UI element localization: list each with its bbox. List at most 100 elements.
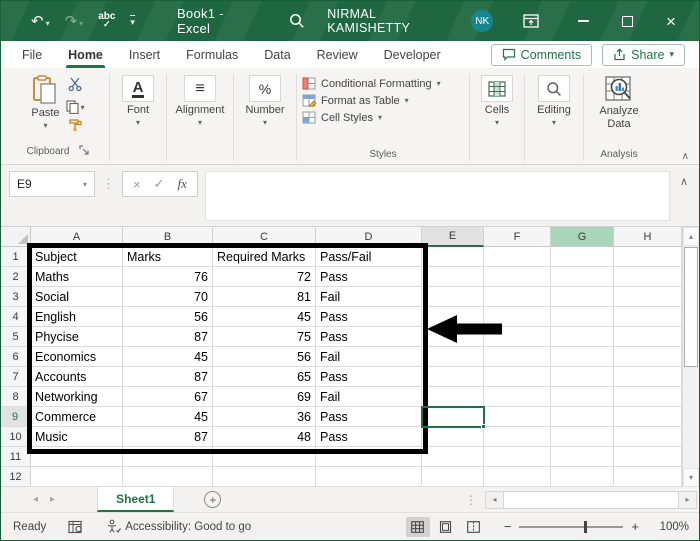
number-menu-button[interactable]: % Number ▾: [245, 75, 285, 127]
horizontal-scrollbar[interactable]: ◂ ▸: [485, 490, 697, 509]
column-header-E[interactable]: E: [422, 227, 484, 247]
tab-formulas[interactable]: Formulas: [173, 41, 251, 68]
cell-A9[interactable]: Commerce: [31, 407, 123, 427]
customize-qat-button[interactable]: ▾: [130, 14, 135, 28]
row-header-11[interactable]: 11: [1, 447, 31, 467]
chevron-down-icon[interactable]: ▾: [198, 118, 202, 127]
analyze-data-button[interactable]: Analyze Data: [589, 75, 649, 130]
cell-A11[interactable]: [31, 447, 123, 467]
column-header-F[interactable]: F: [484, 227, 551, 247]
cell-H1[interactable]: [614, 247, 682, 267]
conditional-formatting-button[interactable]: Conditional Formatting ▾: [302, 77, 441, 90]
macro-record-button[interactable]: [68, 520, 84, 534]
cell-C12[interactable]: [213, 467, 316, 487]
cell-D1[interactable]: Pass/Fail: [316, 247, 422, 267]
cell-B10[interactable]: 87: [123, 427, 213, 447]
cell-A2[interactable]: Maths: [31, 267, 123, 287]
accessibility-status[interactable]: Accessibility: Good to go: [106, 519, 251, 534]
cell-B11[interactable]: [123, 447, 213, 467]
undo-button[interactable]: ↶ ▾: [31, 14, 50, 29]
cell-G1[interactable]: [551, 247, 614, 267]
tab-data[interactable]: Data: [251, 41, 303, 68]
cell-E12[interactable]: [422, 467, 484, 487]
close-button[interactable]: ×: [649, 1, 693, 41]
cell-E5[interactable]: [422, 327, 484, 347]
row-header-8[interactable]: 8: [1, 387, 31, 407]
chevron-down-icon[interactable]: ▾: [81, 103, 85, 112]
cell-C8[interactable]: 69: [213, 387, 316, 407]
cell-D7[interactable]: Pass: [316, 367, 422, 387]
format-painter-button[interactable]: [68, 118, 82, 136]
scroll-down-button[interactable]: ▾: [683, 468, 699, 487]
chevron-down-icon[interactable]: ▾: [136, 118, 140, 127]
cell-G9[interactable]: [551, 407, 614, 427]
cell-G8[interactable]: [551, 387, 614, 407]
cell-B8[interactable]: 67: [123, 387, 213, 407]
name-box[interactable]: E9 ▾: [9, 171, 95, 197]
normal-view-button[interactable]: [405, 516, 430, 537]
scroll-left-button[interactable]: ◂: [486, 492, 503, 508]
search-button[interactable]: [289, 13, 305, 29]
cell-F5[interactable]: [484, 327, 551, 347]
cell-H2[interactable]: [614, 267, 682, 287]
cell-A7[interactable]: Accounts: [31, 367, 123, 387]
selected-cell-outline[interactable]: [421, 406, 486, 429]
cell-D9[interactable]: Pass: [316, 407, 422, 427]
cell-D8[interactable]: Fail: [316, 387, 422, 407]
zoom-out-button[interactable]: −: [504, 519, 512, 534]
cell-styles-button[interactable]: Cell Styles ▾: [302, 111, 382, 124]
cell-H10[interactable]: [614, 427, 682, 447]
cell-F4[interactable]: [484, 307, 551, 327]
cell-H4[interactable]: [614, 307, 682, 327]
font-menu-button[interactable]: A Font ▾: [122, 75, 154, 127]
cell-A1[interactable]: Subject: [31, 247, 123, 267]
cell-B2[interactable]: 76: [123, 267, 213, 287]
cell-G6[interactable]: [551, 347, 614, 367]
splitter-dots-icon[interactable]: ⋮: [465, 493, 477, 507]
paste-button[interactable]: Paste ▾: [31, 75, 60, 130]
cell-F6[interactable]: [484, 347, 551, 367]
minimize-button[interactable]: [561, 1, 605, 41]
maximize-button[interactable]: [605, 1, 649, 41]
row-header-9[interactable]: 9: [1, 407, 31, 427]
cell-E8[interactable]: [422, 387, 484, 407]
chevron-down-icon[interactable]: ▾: [495, 118, 499, 127]
tab-home[interactable]: Home: [55, 41, 116, 68]
enter-button[interactable]: ✓: [154, 176, 165, 192]
alignment-menu-button[interactable]: ≡ Alignment ▾: [176, 75, 224, 127]
cell-G5[interactable]: [551, 327, 614, 347]
chevron-down-icon[interactable]: ▾: [43, 121, 47, 130]
cell-B9[interactable]: 45: [123, 407, 213, 427]
cell-H9[interactable]: [614, 407, 682, 427]
cell-E11[interactable]: [422, 447, 484, 467]
row-header-3[interactable]: 3: [1, 287, 31, 307]
cell-C1[interactable]: Required Marks: [213, 247, 316, 267]
next-sheet-button[interactable]: ▸: [50, 494, 55, 505]
cell-C3[interactable]: 81: [213, 287, 316, 307]
select-all-button[interactable]: [1, 227, 31, 247]
cancel-button[interactable]: ×: [133, 177, 141, 192]
cell-D4[interactable]: Pass: [316, 307, 422, 327]
cell-G3[interactable]: [551, 287, 614, 307]
cell-G2[interactable]: [551, 267, 614, 287]
cell-B4[interactable]: 56: [123, 307, 213, 327]
cell-G12[interactable]: [551, 467, 614, 487]
column-header-G[interactable]: G: [551, 227, 614, 247]
collapse-formula-bar-button[interactable]: ∧: [677, 175, 691, 188]
cell-F12[interactable]: [484, 467, 551, 487]
chevron-down-icon[interactable]: ▾: [669, 49, 674, 60]
format-as-table-button[interactable]: Format as Table ▾: [302, 94, 409, 107]
row-header-6[interactable]: 6: [1, 347, 31, 367]
cell-C6[interactable]: 56: [213, 347, 316, 367]
share-button[interactable]: Share ▾: [602, 43, 685, 66]
chevron-down-icon[interactable]: ▾: [46, 19, 50, 28]
cells-menu-button[interactable]: Cells ▾: [481, 75, 513, 127]
cell-B5[interactable]: 87: [123, 327, 213, 347]
copy-button[interactable]: ▾: [65, 100, 85, 114]
row-header-7[interactable]: 7: [1, 367, 31, 387]
row-header-1[interactable]: 1: [1, 247, 31, 267]
scroll-up-button[interactable]: ▴: [683, 227, 699, 246]
cell-A6[interactable]: Economics: [31, 347, 123, 367]
fill-handle[interactable]: [481, 424, 486, 429]
cell-A3[interactable]: Social: [31, 287, 123, 307]
